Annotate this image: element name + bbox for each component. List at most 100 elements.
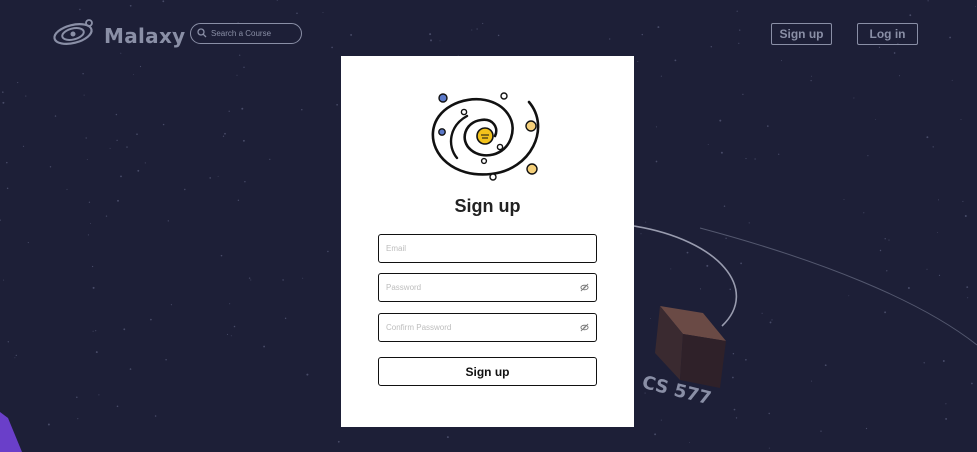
- star: [884, 311, 887, 314]
- star: [224, 132, 226, 135]
- star: [971, 382, 973, 385]
- star: [975, 5, 977, 7]
- star: [820, 430, 822, 432]
- star: [660, 75, 662, 77]
- star: [269, 158, 271, 160]
- star: [302, 277, 304, 279]
- star: [162, 0, 165, 3]
- star: [967, 297, 969, 299]
- star: [222, 135, 225, 137]
- star: [769, 321, 772, 324]
- star: [888, 239, 890, 241]
- star: [115, 113, 118, 116]
- purple-shape: [0, 412, 22, 452]
- star: [748, 222, 750, 224]
- password-input[interactable]: [386, 283, 579, 292]
- galaxy-logo-icon: [427, 90, 547, 187]
- eye-slash-icon[interactable]: [579, 283, 589, 293]
- star: [650, 317, 651, 319]
- eye-slash-icon[interactable]: [579, 323, 589, 333]
- signup-submit-button[interactable]: Sign up: [378, 357, 597, 386]
- star: [244, 180, 246, 183]
- star: [109, 147, 111, 149]
- signup-card: Sign up Sign up: [341, 56, 634, 427]
- header-signup-button[interactable]: Sign up: [771, 23, 832, 45]
- star: [95, 351, 98, 354]
- star: [92, 330, 94, 332]
- confirm-password-input[interactable]: [386, 323, 579, 332]
- star: [936, 232, 938, 233]
- star: [92, 265, 94, 268]
- star: [209, 177, 212, 179]
- star: [2, 91, 4, 93]
- star: [136, 133, 138, 135]
- star: [117, 199, 119, 202]
- star: [848, 295, 850, 297]
- star: [129, 368, 132, 370]
- star: [689, 442, 690, 443]
- star: [736, 10, 738, 12]
- header-login-button[interactable]: Log in: [857, 23, 918, 45]
- star: [154, 415, 157, 417]
- star: [732, 353, 735, 355]
- brand-logo[interactable]: Malaxy: [52, 18, 186, 53]
- star: [926, 136, 929, 139]
- star: [927, 0, 929, 2]
- star: [670, 268, 672, 270]
- star: [77, 418, 79, 420]
- star: [767, 125, 769, 127]
- star: [654, 433, 657, 436]
- star: [781, 60, 782, 62]
- star: [54, 115, 57, 117]
- star: [740, 262, 742, 265]
- star: [66, 188, 68, 190]
- star: [263, 345, 266, 348]
- star: [884, 238, 886, 240]
- search-input[interactable]: [211, 29, 297, 38]
- star: [306, 373, 309, 376]
- star: [229, 303, 231, 305]
- star: [217, 175, 219, 177]
- star: [167, 220, 169, 222]
- star: [250, 279, 252, 281]
- star: [336, 103, 338, 106]
- email-field[interactable]: [378, 234, 597, 263]
- star: [810, 75, 812, 77]
- star: [645, 221, 647, 223]
- star: [162, 123, 165, 126]
- star: [233, 325, 236, 328]
- star: [439, 40, 441, 42]
- star: [27, 242, 29, 244]
- star: [729, 288, 731, 291]
- star: [879, 249, 882, 252]
- star: [754, 158, 756, 160]
- star: [139, 65, 142, 68]
- star: [909, 14, 912, 17]
- star: [932, 146, 934, 148]
- confirm-password-field[interactable]: [378, 313, 597, 342]
- star: [3, 279, 5, 281]
- star: [863, 212, 865, 214]
- star: [120, 175, 122, 178]
- email-input[interactable]: [386, 244, 589, 253]
- star: [660, 419, 662, 421]
- star: [761, 312, 763, 314]
- galaxy-icon: [52, 18, 96, 53]
- star: [655, 126, 657, 128]
- search-bar[interactable]: [190, 23, 302, 44]
- star: [350, 33, 353, 36]
- star: [95, 330, 97, 332]
- star: [732, 376, 734, 379]
- password-field[interactable]: [378, 273, 597, 302]
- star: [327, 250, 329, 253]
- star: [655, 160, 658, 163]
- star: [241, 107, 244, 110]
- star: [98, 394, 100, 396]
- star: [126, 146, 128, 148]
- star: [230, 335, 232, 337]
- star: [739, 29, 741, 31]
- star: [129, 4, 132, 7]
- star: [170, 304, 172, 306]
- star: [471, 29, 473, 31]
- star: [738, 42, 740, 44]
